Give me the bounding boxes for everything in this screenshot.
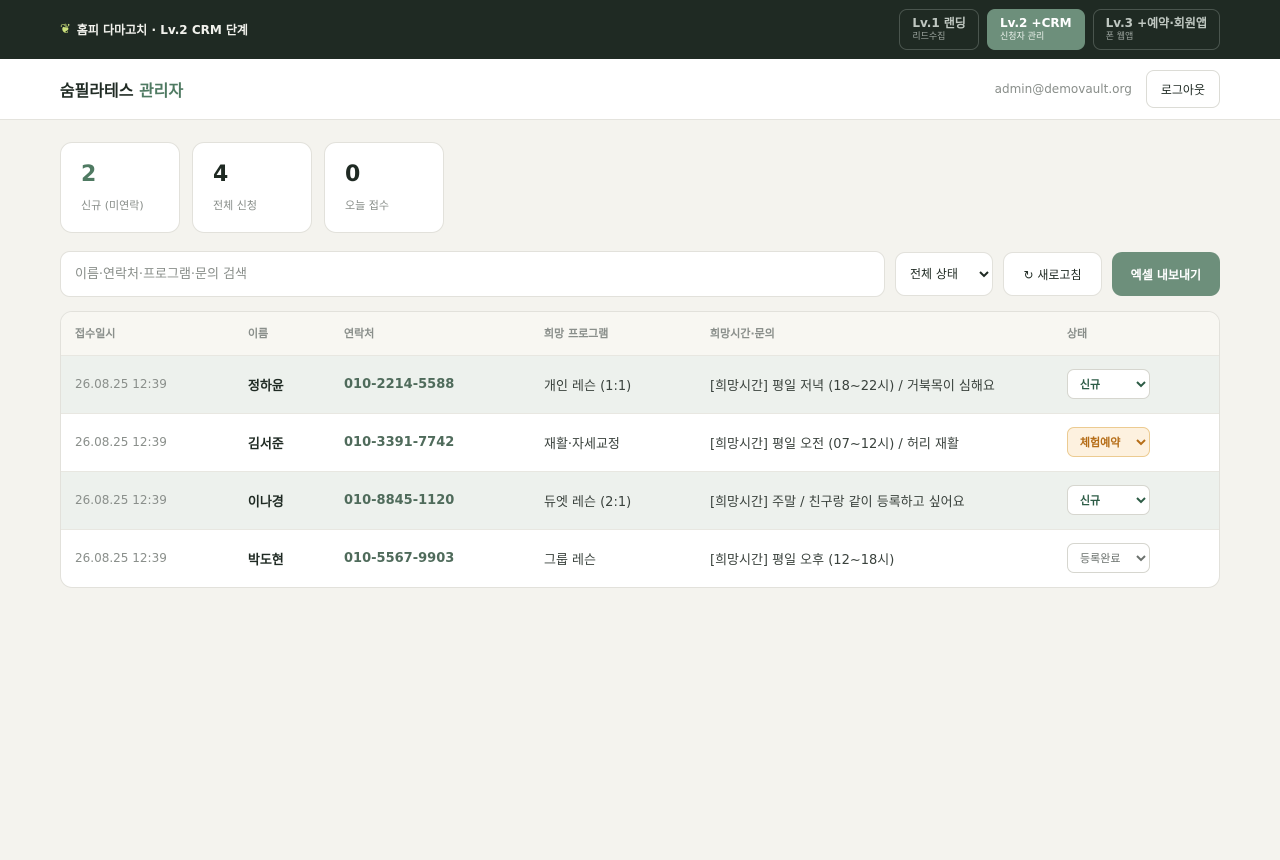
table-row[interactable]: 26.08.25 12:39 이나경 010-8845-1120 듀엣 레슨 (…	[61, 471, 1219, 529]
stat-label: 오늘 접수	[345, 199, 389, 212]
status-select[interactable]: 신규	[1067, 485, 1150, 515]
cell-program: 개인 레슨 (1:1)	[544, 378, 632, 394]
cell-date: 26.08.25 12:39	[75, 493, 167, 507]
cell-date: 26.08.25 12:39	[75, 435, 167, 449]
table-row[interactable]: 26.08.25 12:39 박도현 010-5567-9903 그룹 레슨 […	[61, 529, 1219, 587]
cell-inquiry: [희망시간] 주말 / 친구랑 같이 등록하고 싶어요	[710, 494, 965, 510]
account-email: admin@demovault.org	[994, 82, 1132, 96]
cell-phone[interactable]: 010-5567-9903	[330, 529, 530, 587]
level-title: Lv.2 +CRM	[999, 15, 1072, 30]
column-header: 상태	[1053, 312, 1219, 356]
level-sub: 폰 웹앱	[1105, 31, 1134, 42]
stats-row: 2 신규 (미연락) 4 전체 신청 0 오늘 접수	[0, 120, 1280, 233]
column-header: 연락처	[330, 312, 530, 356]
cell-date: 26.08.25 12:39	[75, 551, 167, 566]
table-row[interactable]: 26.08.25 12:39 김서준 010-3391-7742 재활·자세교정…	[61, 413, 1219, 471]
top-bar: ❦ 홈피 다마고치 · Lv.2 CRM 단계 Lv.1 랜딩 리드수집 Lv.…	[0, 0, 1280, 59]
leaf-icon: ❦	[60, 22, 71, 37]
level-2-button[interactable]: Lv.2 +CRM 신청자 관리	[986, 9, 1085, 50]
page-title-main: 숨필라테스	[60, 81, 134, 100]
cell-name: 이나경	[248, 494, 284, 510]
page-title-accent: 관리자	[139, 81, 184, 100]
level-switcher: Lv.1 랜딩 리드수집 Lv.2 +CRM 신청자 관리 Lv.3 +예약·회…	[899, 9, 1220, 50]
cell-date: 26.08.25 12:39	[75, 377, 167, 391]
table-header-row: 접수일시 이름 연락처 희망 프로그램 희망시간·문의 상태	[61, 312, 1219, 356]
level-title: Lv.3 +예약·회원앱	[1105, 15, 1207, 30]
stat-card-total: 4 전체 신청	[192, 142, 312, 233]
stat-card-new: 2 신규 (미연락)	[60, 142, 180, 233]
brand-label: 홈피 다마고치 · Lv.2 CRM 단계	[76, 23, 249, 37]
level-sub: 리드수집	[912, 31, 946, 42]
cell-name: 김서준	[248, 436, 284, 452]
page-title: 숨필라테스 관리자	[60, 77, 183, 101]
cell-status: 신규	[1053, 471, 1219, 529]
level-3-button[interactable]: Lv.3 +예약·회원앱 폰 웹앱	[1092, 9, 1220, 50]
cell-program: 재활·자세교정	[544, 436, 620, 452]
cell-name: 박도현	[248, 552, 284, 568]
table-row[interactable]: 26.08.25 12:39 정하윤 010-2214-5588 개인 레슨 (…	[61, 355, 1219, 413]
page-header: 숨필라테스 관리자 admin@demovault.org 로그아웃	[0, 59, 1280, 120]
brand: ❦ 홈피 다마고치 · Lv.2 CRM 단계	[60, 21, 248, 38]
stat-label: 신규 (미연락)	[81, 199, 144, 212]
column-header: 이름	[234, 312, 330, 356]
status-select[interactable]: 체험예약	[1067, 427, 1150, 457]
cell-inquiry: [희망시간] 평일 오전 (07~12시) / 허리 재활	[710, 436, 959, 452]
stat-value: 0	[345, 162, 361, 187]
cell-inquiry: [희망시간] 평일 오후 (12~18시)	[710, 552, 895, 568]
cell-phone[interactable]: 010-8845-1120	[330, 471, 530, 529]
status-filter-select[interactable]: 전체 상태	[895, 252, 993, 296]
level-title: Lv.1 랜딩	[912, 15, 966, 30]
column-header: 접수일시	[61, 312, 234, 356]
stat-value: 4	[213, 162, 229, 187]
stat-value: 2	[81, 162, 97, 187]
column-header: 희망 프로그램	[530, 312, 696, 356]
cell-phone[interactable]: 010-3391-7742	[330, 413, 530, 471]
column-header: 희망시간·문의	[696, 312, 1053, 356]
stat-label: 전체 신청	[213, 199, 257, 212]
header-account: admin@demovault.org 로그아웃	[995, 70, 1220, 108]
status-select[interactable]: 등록완료	[1067, 543, 1150, 574]
applicant-table: 접수일시 이름 연락처 희망 프로그램 희망시간·문의 상태 26.08.25 …	[60, 311, 1220, 588]
refresh-button[interactable]: ↻ 새로고침	[1003, 252, 1102, 296]
cell-program: 듀엣 레슨 (2:1)	[544, 494, 632, 510]
cell-phone[interactable]: 010-2214-5588	[330, 355, 530, 413]
cell-name: 정하윤	[248, 378, 284, 394]
level-sub: 신청자 관리	[999, 31, 1045, 42]
export-excel-button[interactable]: 엑셀 내보내기	[1112, 252, 1220, 296]
status-select[interactable]: 신규	[1067, 369, 1150, 399]
cell-status: 신규	[1053, 355, 1219, 413]
cell-status: 체험예약	[1053, 413, 1219, 471]
cell-inquiry: [희망시간] 평일 저녁 (18~22시) / 거북목이 심해요	[710, 378, 995, 394]
level-1-button[interactable]: Lv.1 랜딩 리드수집	[899, 9, 979, 50]
logout-button[interactable]: 로그아웃	[1145, 70, 1220, 108]
stat-card-today: 0 오늘 접수	[324, 142, 444, 233]
cell-program: 그룹 레슨	[544, 552, 596, 568]
cell-status: 등록완료	[1053, 529, 1219, 587]
toolbar: 전체 상태 ↻ 새로고침 엑셀 내보내기	[0, 233, 1280, 297]
search-input[interactable]	[60, 251, 885, 297]
